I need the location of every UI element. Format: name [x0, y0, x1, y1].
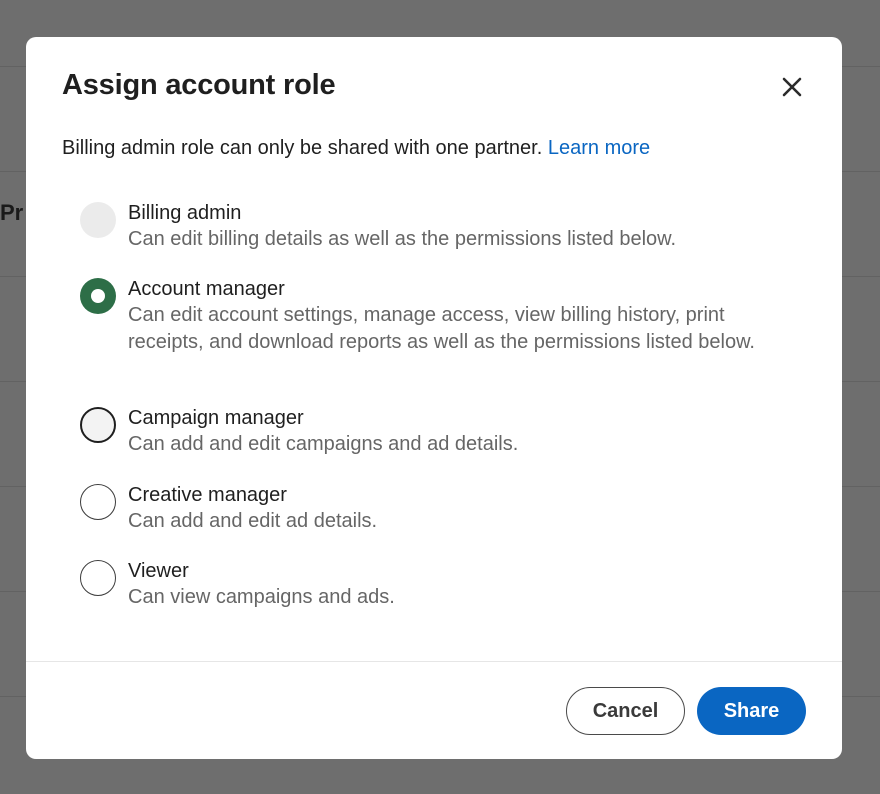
role-text: Billing admin Can edit billing details a… [128, 200, 798, 253]
assign-role-dialog: Assign account role Billing admin role c… [26, 37, 842, 759]
role-label: Creative manager [128, 484, 287, 506]
radio-account-manager[interactable] [80, 278, 116, 314]
dialog-title: Assign account role [62, 69, 336, 101]
role-description: Can edit billing details as well as the … [128, 228, 677, 250]
radio-billing-admin [80, 202, 116, 238]
role-text: Account manager Can edit account setting… [128, 276, 798, 355]
notice-text-block: Billing admin role can only be shared wi… [62, 137, 650, 160]
radio-campaign-manager[interactable] [80, 407, 116, 443]
radio-creative-manager[interactable] [80, 484, 116, 520]
role-label: Billing admin [128, 202, 242, 224]
role-description: Can edit account settings, manage access… [128, 304, 755, 353]
share-button[interactable]: Share [697, 687, 806, 735]
radio-viewer[interactable] [80, 560, 116, 596]
role-description: Can add and edit ad details. [128, 510, 378, 532]
role-label: Viewer [128, 560, 189, 582]
footer-divider [26, 661, 842, 662]
role-label: Account manager [128, 278, 285, 300]
role-description: Can view campaigns and ads. [128, 586, 395, 608]
role-text: Creative manager Can add and edit ad det… [128, 482, 798, 535]
role-label: Campaign manager [128, 407, 304, 429]
role-text: Campaign manager Can add and edit campai… [128, 405, 798, 458]
role-description: Can add and edit campaigns and ad detail… [128, 433, 519, 455]
close-button[interactable] [776, 71, 808, 103]
cancel-button[interactable]: Cancel [566, 687, 685, 735]
background-title-fragment: Pr [0, 200, 24, 225]
role-text: Viewer Can view campaigns and ads. [128, 558, 798, 611]
learn-more-link[interactable]: Learn more [548, 137, 650, 159]
close-icon [782, 77, 802, 97]
notice-text: Billing admin role can only be shared wi… [62, 137, 543, 159]
